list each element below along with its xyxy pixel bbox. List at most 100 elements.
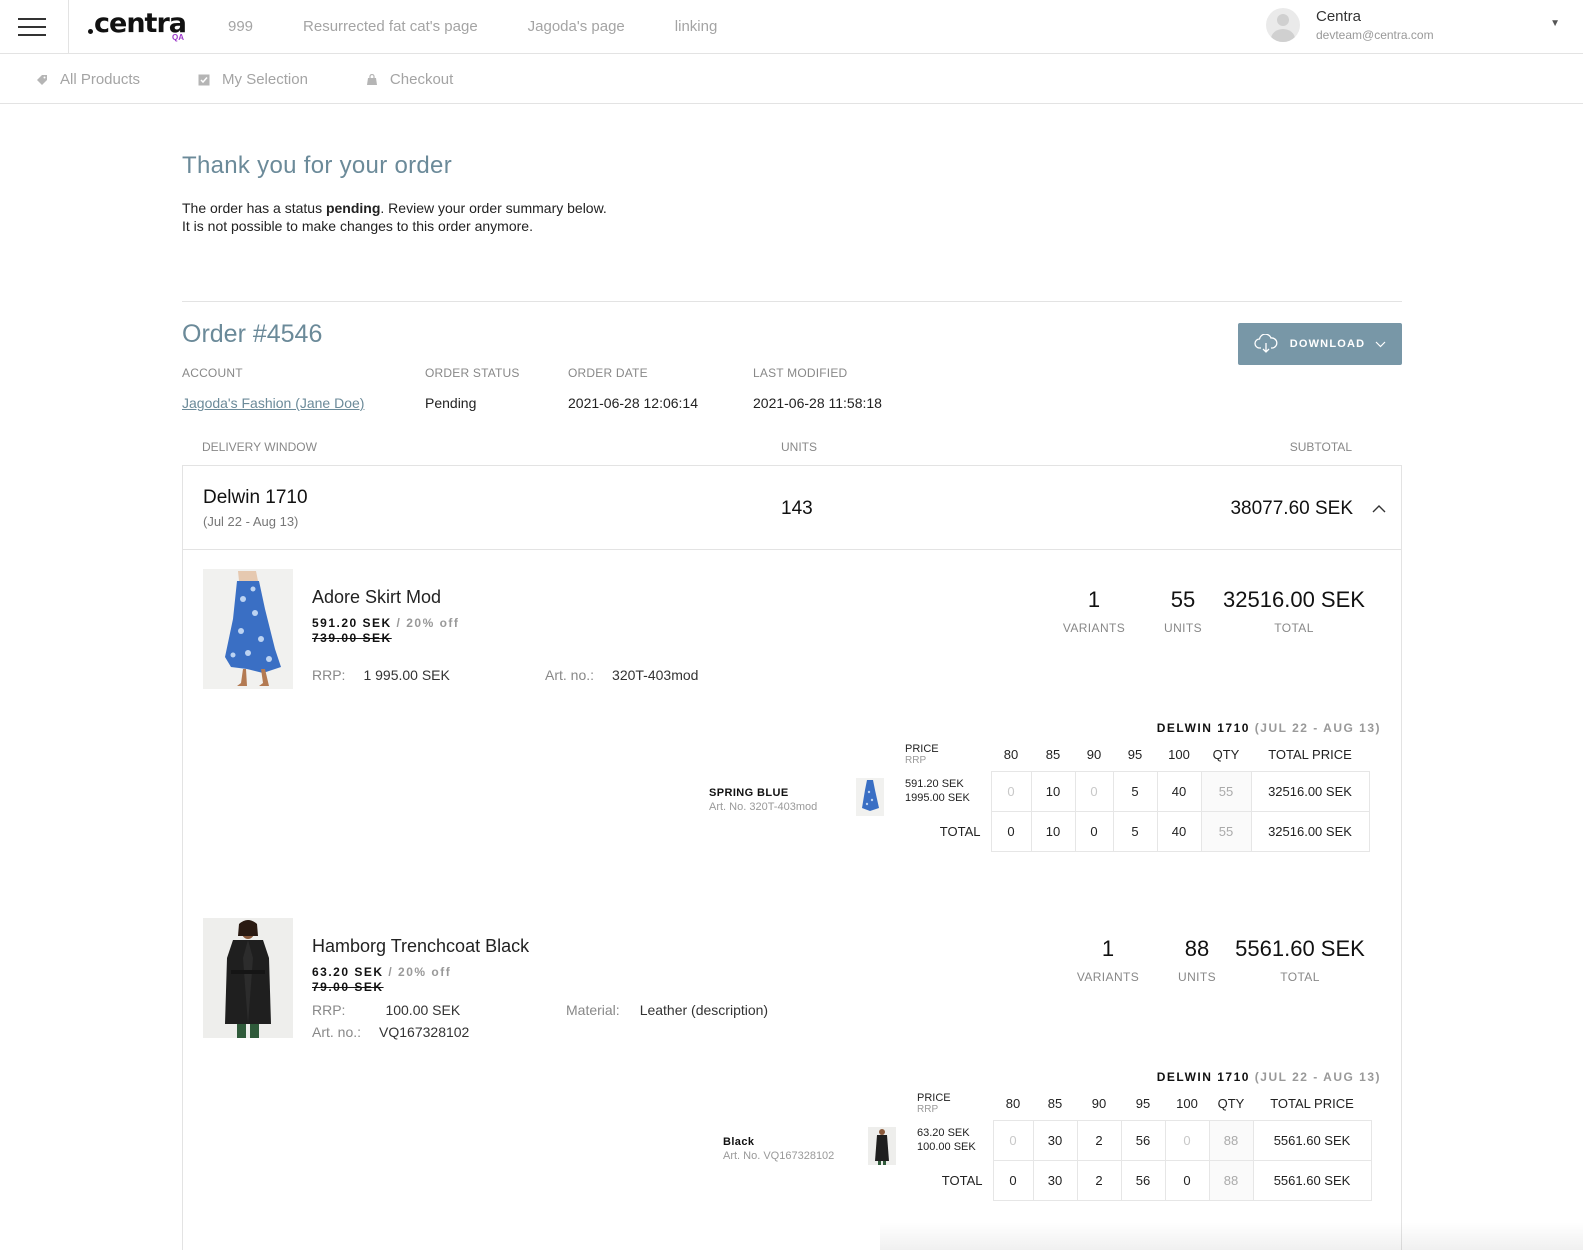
shop-tabs: All Products My Selection Checkout <box>36 71 511 88</box>
size-qty-cell[interactable]: 0 <box>990 770 1032 812</box>
size-qty-cell[interactable]: 30 <box>1032 1119 1078 1161</box>
window-dates: (Jul 22 - Aug 13) <box>203 514 299 529</box>
shopping-bag-icon <box>366 73 377 85</box>
product-image[interactable] <box>203 569 293 689</box>
meta-label: ORDER STATUS <box>425 366 520 380</box>
account-link[interactable]: Jagoda's Fashion (Jane Doe) <box>182 395 364 411</box>
size-header-row: PRICE RRP 80 85 90 95 100 QTY TOTAL PRICE <box>897 739 1369 771</box>
caret-down-icon[interactable]: ▼ <box>1550 18 1560 29</box>
user-menu[interactable]: Centra devteam@centra.com ▼ <box>1266 6 1576 48</box>
page-title: Thank you for your order <box>182 152 452 179</box>
meta-label: ORDER DATE <box>568 366 648 380</box>
nav-link-resurrected-fat-cat[interactable]: Resurrected fat cat's page <box>303 18 478 35</box>
product-image[interactable] <box>203 918 293 1038</box>
size-qty-cell[interactable]: 40 <box>1156 770 1202 812</box>
variant-row: 63.20 SEK 100.00 SEK 0 30 2 56 0 88 5561.… <box>909 1119 1372 1161</box>
order-status-message: The order has a status pending. Review y… <box>182 200 607 216</box>
rrp-header-label: RRP <box>917 1104 939 1115</box>
col-units: UNITS <box>781 440 817 454</box>
shop-navigation-bar: All Products My Selection Checkout <box>0 54 1583 104</box>
product-rrp: RRP: 1 995.00 SEK <box>312 667 450 683</box>
size-quantity-table: PRICE RRP 80 85 90 95 100 QTY TOTAL PRICE… <box>909 1088 1372 1201</box>
variant-article: Art. No. 320T-403mod <box>709 801 818 813</box>
nav-link-linking[interactable]: linking <box>675 18 718 35</box>
totals-price: 5561.60 SEK <box>1252 1159 1372 1201</box>
totals-price: 32516.00 SEK <box>1250 810 1370 852</box>
delivery-window-header[interactable]: Delwin 1710 (Jul 22 - Aug 13) 143 38077.… <box>183 466 1401 550</box>
total-price-header: TOTAL PRICE <box>1268 747 1352 763</box>
size-qty-cell[interactable]: 2 <box>1076 1119 1122 1161</box>
size-header: 85 <box>1045 747 1061 763</box>
discount-label: / 20% off <box>383 965 452 979</box>
art-label: Art. no.: <box>312 1024 362 1040</box>
divider <box>182 301 1402 302</box>
meta-value: 2021-06-28 11:58:18 <box>753 395 882 411</box>
meta-label: LAST MODIFIED <box>753 366 848 380</box>
product-units: 88 UNITS <box>1171 936 1223 984</box>
variants-label: VARIANTS <box>1062 621 1126 635</box>
variant-info: Black Art. No. VQ167328102 <box>723 1136 834 1162</box>
size-header: 100 <box>1168 747 1190 763</box>
size-qty-cell[interactable]: 0 <box>992 1119 1034 1161</box>
size-qty-cell[interactable]: 0 <box>1164 1119 1210 1161</box>
size-quantity-table: PRICE RRP 80 85 90 95 100 QTY TOTAL PRICE… <box>897 739 1370 852</box>
chevron-up-icon[interactable] <box>1371 504 1387 516</box>
price-header: PRICE RRP <box>909 1088 993 1120</box>
variant-thumbnail <box>856 778 884 816</box>
dw-name: DELWIN 1710 <box>1156 1070 1250 1084</box>
size-qty-cell[interactable]: 5 <box>1112 770 1158 812</box>
meta-order-date: ORDER DATE 2021-06-28 12:06:14 <box>568 366 698 411</box>
units-count: 88 <box>1184 936 1210 961</box>
tab-all-products[interactable]: All Products <box>36 71 140 88</box>
user-name: Centra <box>1316 8 1362 25</box>
qty-header: QTY <box>1212 747 1240 763</box>
size-qty-cell[interactable]: 0 <box>1074 770 1114 812</box>
tab-my-selection[interactable]: My Selection <box>198 71 308 88</box>
window-name: Delwin 1710 <box>203 487 308 508</box>
download-button[interactable]: DOWNLOAD <box>1238 323 1402 365</box>
variant-name: SPRING BLUE <box>709 787 789 799</box>
nav-link-999[interactable]: 999 <box>228 18 253 35</box>
totals-qty: 88 <box>1208 1159 1254 1201</box>
totals-row: TOTAL 0 30 2 56 0 88 5561.60 SEK <box>909 1159 1372 1201</box>
product-name[interactable]: Hamborg Trenchcoat Black <box>312 936 529 957</box>
art-label: Art. no.: <box>545 667 595 683</box>
variants-count: 1 <box>1087 587 1101 612</box>
menu-icon-line <box>18 34 46 36</box>
meta-value: Pending <box>425 395 477 411</box>
nav-link-jagodas-page[interactable]: Jagoda's page <box>528 18 625 35</box>
product-total: 5561.60 SEK TOTAL <box>1229 936 1371 984</box>
menu-button[interactable] <box>0 0 69 54</box>
original-price: 79.00 SEK <box>312 980 384 994</box>
units-count: 55 <box>1170 587 1196 612</box>
size-qty-cell[interactable]: 10 <box>1030 770 1076 812</box>
centra-logo[interactable]: centra QA <box>88 8 187 48</box>
material-label: Material: <box>566 1002 620 1018</box>
size-header: 95 <box>1135 1096 1151 1112</box>
size-total-cell: 0 <box>990 810 1032 852</box>
rrp-label: RRP: <box>312 1002 346 1018</box>
col-delivery-window: DELIVERY WINDOW <box>202 440 317 454</box>
variant-thumbnail <box>868 1127 896 1165</box>
product-item: Adore Skirt Mod 591.20 SEK / 20% off 739… <box>183 569 1401 869</box>
size-qty-cell[interactable]: 56 <box>1120 1119 1166 1161</box>
tab-label: Checkout <box>389 71 454 88</box>
row-qty: 55 <box>1200 770 1252 812</box>
avatar <box>1266 8 1300 42</box>
size-header: 100 <box>1176 1096 1198 1112</box>
tab-checkout[interactable]: Checkout <box>366 71 453 88</box>
product-total-value: 5561.60 SEK <box>1235 936 1365 961</box>
size-total-cell: 2 <box>1076 1159 1122 1201</box>
size-total-cell: 5 <box>1112 810 1158 852</box>
product-name[interactable]: Adore Skirt Mod <box>312 587 441 608</box>
row-total-price: 5561.60 SEK <box>1252 1119 1372 1161</box>
tab-label: All Products <box>60 71 141 88</box>
size-header: 80 <box>1005 1096 1021 1112</box>
totals-qty: 55 <box>1200 810 1252 852</box>
dw-name: DELWIN 1710 <box>1156 721 1250 735</box>
product-rrp: RRP: 100.00 SEK <box>312 1002 460 1018</box>
menu-icon-line <box>18 18 46 20</box>
variants-label: VARIANTS <box>1076 970 1140 984</box>
order-locked-note: It is not possible to make changes to th… <box>182 218 533 234</box>
size-header: 85 <box>1047 1096 1063 1112</box>
